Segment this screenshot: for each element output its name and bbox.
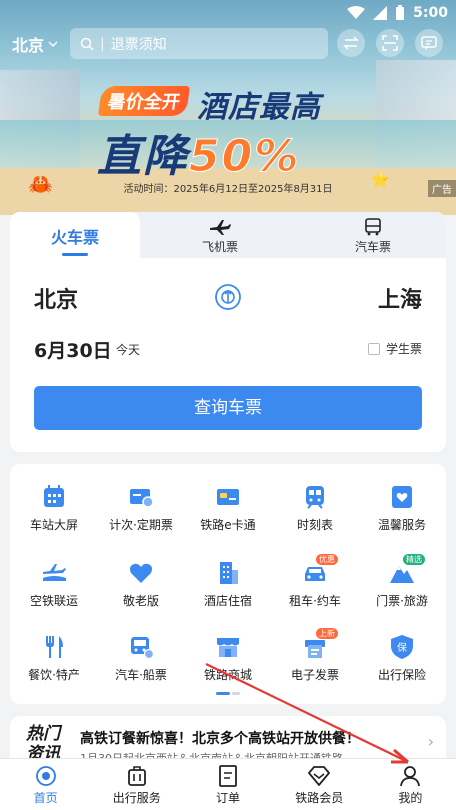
- home-icon: [35, 766, 56, 786]
- booking-tabs: 飞机票 汽车票 火车票: [10, 212, 446, 258]
- tab-bus[interactable]: 汽车票: [313, 212, 433, 258]
- route-selector: 北京 上海: [10, 280, 446, 316]
- service-timetable[interactable]: 时刻表: [271, 484, 359, 533]
- svg-text:保: 保: [397, 641, 407, 654]
- calendar-grid-icon: [44, 485, 64, 507]
- ecard-icon: [217, 489, 239, 505]
- city-selector[interactable]: 北京: [12, 32, 58, 56]
- shop-icon: [217, 638, 239, 657]
- signal-icon: [373, 6, 388, 20]
- page-indicator: [216, 692, 240, 696]
- diamond-icon: [308, 766, 331, 786]
- service-insurance[interactable]: 保 出行保险: [358, 634, 446, 683]
- nav-orders[interactable]: 订单: [182, 759, 273, 810]
- departure-date[interactable]: 6月30日: [34, 336, 112, 363]
- search-icon: [80, 37, 94, 51]
- city-name: 北京: [12, 36, 45, 55]
- plane-train-icon: [43, 564, 66, 581]
- search-divider: |: [100, 35, 105, 52]
- service-periodic-ticket[interactable]: 计次·定期票: [97, 484, 185, 533]
- bus-icon: [365, 218, 381, 236]
- service-e-invoice[interactable]: 上新 电子发票: [271, 628, 359, 683]
- student-ticket-label: 学生票: [385, 342, 422, 356]
- nav-mine[interactable]: 我的: [365, 759, 456, 810]
- app-screen: 暑价全开 酒店最高 直降50% 🦀 ⭐ 活动时间：2025年6月12日至2025…: [0, 0, 456, 810]
- swap-icon[interactable]: [213, 282, 243, 312]
- top-bar: 北京 | 退票须知: [0, 28, 456, 60]
- hotel-building-icon: [220, 562, 238, 584]
- service-shop[interactable]: 铁路商城: [184, 634, 272, 683]
- transfer-icon[interactable]: [337, 29, 365, 57]
- heart-card-icon: [392, 486, 412, 508]
- order-list-icon: [219, 765, 237, 787]
- service-car-rental[interactable]: 优惠 租车·约车: [271, 554, 359, 609]
- status-bar: 5:00: [347, 2, 448, 24]
- promo-text: 暑价全开 酒店最高 直降50%: [97, 80, 359, 183]
- badge-featured: 精选: [403, 554, 425, 565]
- wifi-icon: [347, 6, 366, 19]
- bottom-nav: 首页 出行服务 订单 铁路会员 我的: [0, 758, 456, 810]
- train-front-icon: [306, 486, 324, 509]
- tab-underline: [62, 253, 88, 256]
- user-icon: [400, 766, 421, 787]
- badge-discount: 优惠: [316, 554, 338, 565]
- ad-label: 广告: [428, 180, 456, 197]
- service-station-screen[interactable]: 车站大屏: [10, 484, 98, 533]
- arrival-city[interactable]: 上海: [378, 282, 422, 314]
- status-time: 5:00: [413, 5, 448, 21]
- tab-train[interactable]: 火车票: [10, 212, 140, 258]
- search-placeholder: 退票须知: [110, 36, 167, 53]
- nav-home[interactable]: 首页: [0, 759, 91, 810]
- nav-travel-service[interactable]: 出行服务: [91, 759, 182, 810]
- activity-time: 活动时间：2025年6月12日至2025年8月31日: [123, 184, 333, 195]
- services-grid: 车站大屏 计次·定期票 铁路e卡通 时刻表 温馨服务 空铁联运 敬老版 酒店住宿…: [10, 464, 446, 704]
- fork-knife-icon: [46, 636, 63, 658]
- badge-new: 上新: [316, 628, 338, 639]
- plane-icon: [210, 220, 231, 235]
- service-food[interactable]: 餐饮·特产: [10, 634, 98, 683]
- news-title[interactable]: 高铁订餐新惊喜！北京多个高铁站开放供餐！: [80, 728, 410, 748]
- chevron-down-icon: [48, 41, 58, 47]
- shield-icon: 保: [391, 635, 413, 659]
- student-ticket-checkbox[interactable]: 学生票: [367, 340, 422, 357]
- chevron-right-icon[interactable]: ›: [428, 732, 434, 751]
- service-care[interactable]: 温馨服务: [358, 484, 446, 533]
- promo-line2: 直降50%: [97, 131, 301, 183]
- heart-icon: [130, 563, 152, 583]
- departure-city[interactable]: 北京: [34, 282, 78, 314]
- promo-tag: 暑价全开: [97, 86, 191, 116]
- service-elderly[interactable]: 敬老版: [97, 560, 185, 609]
- date-hint: 今天: [116, 343, 141, 357]
- service-hotel[interactable]: 酒店住宿: [184, 560, 272, 609]
- nav-membership[interactable]: 铁路会员: [274, 759, 365, 810]
- ticket-card-icon: [130, 489, 154, 508]
- bus-icon: [131, 637, 154, 660]
- service-ecard[interactable]: 铁路e卡通: [184, 484, 272, 533]
- service-tickets-travel[interactable]: 精选 门票·旅游: [358, 554, 446, 609]
- message-icon[interactable]: [415, 29, 443, 57]
- battery-icon: [396, 5, 405, 20]
- query-tickets-button[interactable]: 查询车票: [34, 386, 422, 430]
- search-input[interactable]: | 退票须知: [70, 28, 328, 59]
- checkbox-box: [367, 342, 380, 355]
- service-bus-ship[interactable]: 汽车·船票: [97, 634, 185, 683]
- service-air-rail[interactable]: 空铁联运: [10, 560, 98, 609]
- booking-card: 飞机票 汽车票 火车票 北京 上海 6月30日 今天 学生票 查询车票: [10, 212, 446, 452]
- suitcase-icon: [127, 766, 146, 786]
- scan-icon[interactable]: [376, 29, 404, 57]
- tab-flight[interactable]: 飞机票: [160, 212, 280, 258]
